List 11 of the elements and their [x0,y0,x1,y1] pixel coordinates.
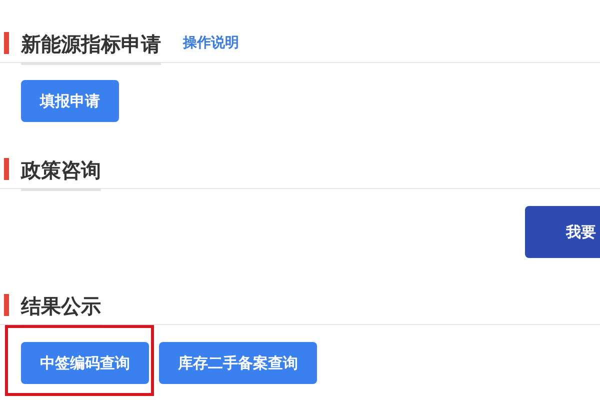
title-marker [4,294,9,316]
action-button[interactable]: 填报申请 [21,80,119,122]
action-button[interactable]: 我要 [525,206,600,258]
section-title: 结果公示 [21,293,101,327]
action-button[interactable]: 中签编码查询 [21,342,149,384]
title-marker [4,32,9,54]
instructions-link[interactable]: 操作说明 [183,34,239,52]
section-title: 新能源指标申请 [21,31,161,65]
action-button[interactable]: 库存二手备案查询 [159,342,317,384]
section-title: 政策咨询 [21,157,101,191]
title-marker [4,158,9,180]
